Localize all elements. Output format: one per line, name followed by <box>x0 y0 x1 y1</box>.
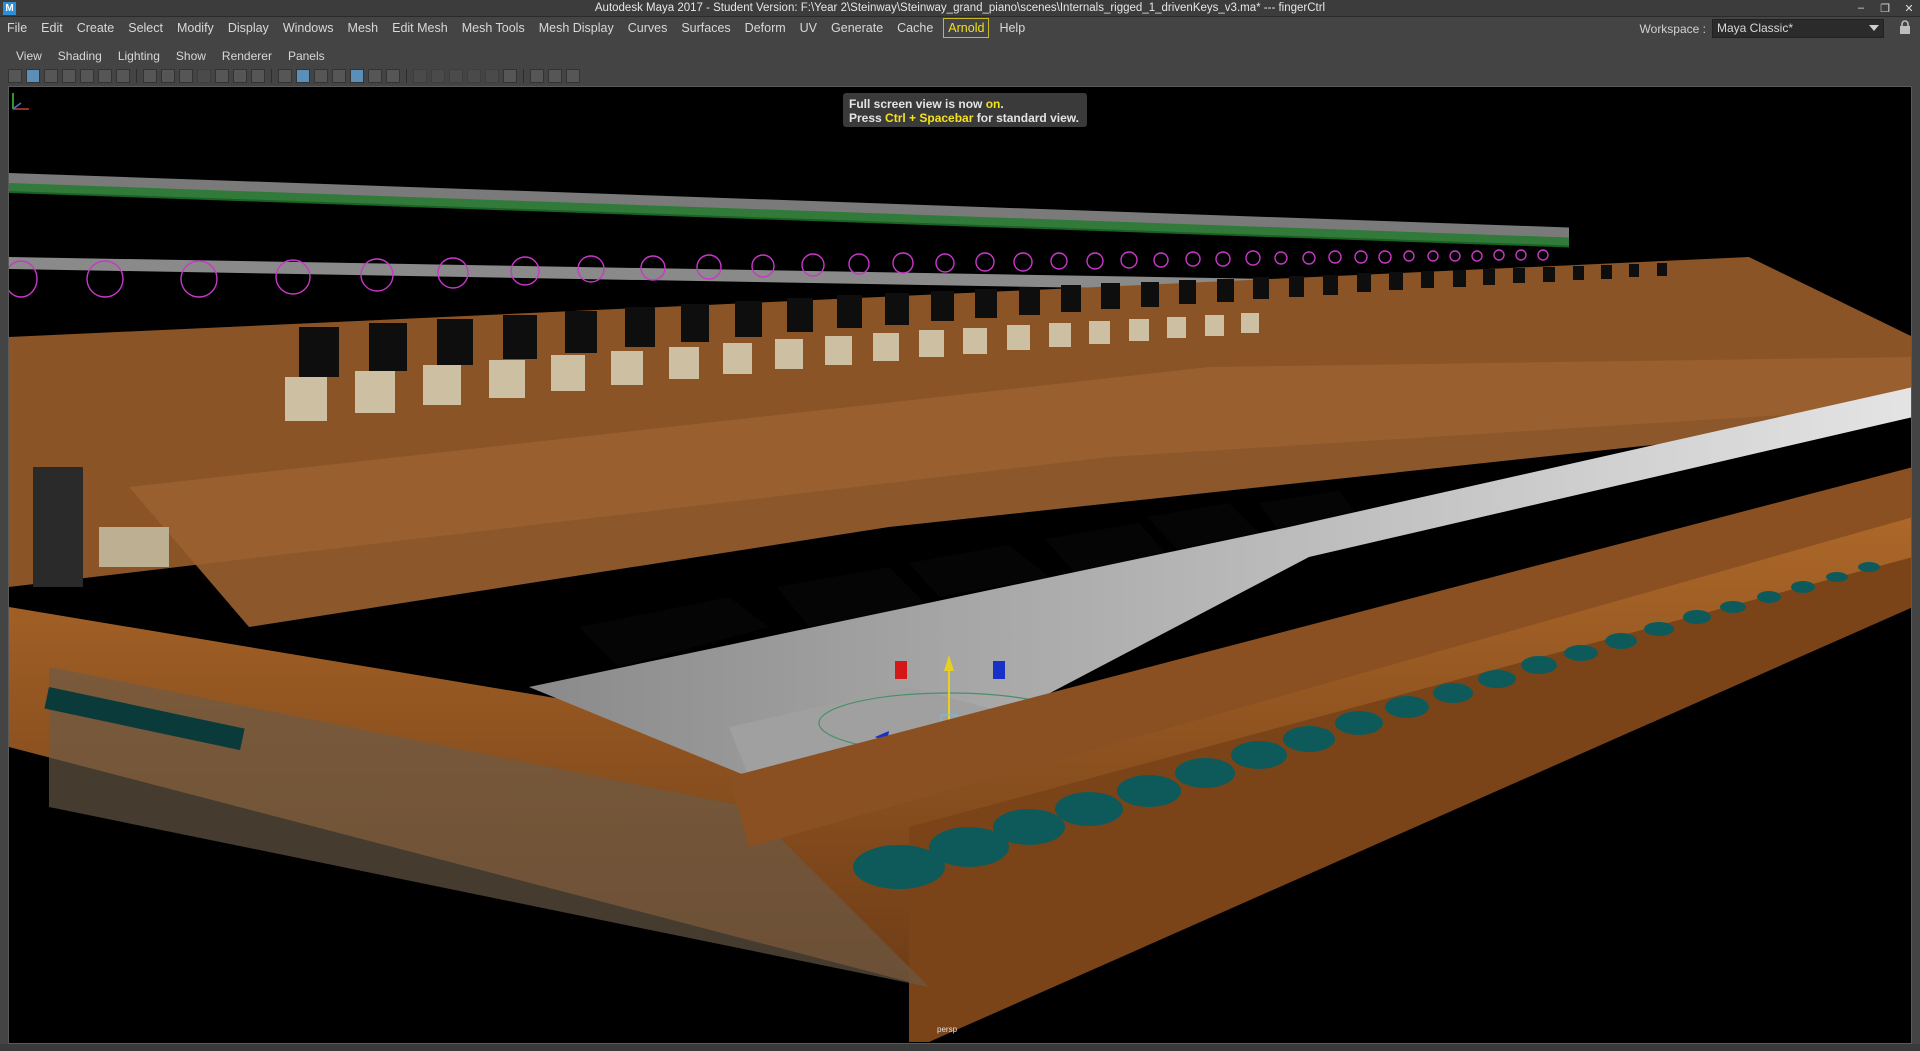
safe-title-icon[interactable] <box>251 69 265 83</box>
menu-curves[interactable]: Curves <box>621 17 675 39</box>
resolution-gate-icon[interactable] <box>179 69 193 83</box>
menu-windows[interactable]: Windows <box>276 17 341 39</box>
menu-modify[interactable]: Modify <box>170 17 221 39</box>
workspace-label: Workspace : <box>1639 21 1706 36</box>
image-plane-icon[interactable] <box>62 69 76 83</box>
panel-menu-lighting[interactable]: Lighting <box>110 49 168 63</box>
viewport-persp[interactable]: Full screen view is now on. Press Ctrl +… <box>8 86 1912 1044</box>
bookmarks-icon[interactable] <box>44 69 58 83</box>
grid-icon[interactable] <box>143 69 157 83</box>
shadows-icon[interactable] <box>386 69 400 83</box>
chevron-down-icon <box>1869 25 1879 31</box>
select-camera-icon[interactable] <box>8 69 22 83</box>
xray-icon[interactable] <box>503 69 517 83</box>
menu-file[interactable]: File <box>0 17 34 39</box>
gate-mask-icon[interactable] <box>197 69 211 83</box>
menu-mesh-display[interactable]: Mesh Display <box>532 17 621 39</box>
taskbar-strip <box>0 1044 1920 1051</box>
grease-pencil-icon[interactable] <box>98 69 112 83</box>
wireframe-on-shaded-icon[interactable] <box>332 69 346 83</box>
panel-menu-panels[interactable]: Panels <box>280 49 333 63</box>
workspace-value: Maya Classic* <box>1717 21 1794 35</box>
textured-icon[interactable] <box>350 69 364 83</box>
gamma-icon[interactable] <box>566 69 580 83</box>
fullscreen-notice: Full screen view is now on. Press Ctrl +… <box>843 93 1087 127</box>
left-dark-fixture <box>33 467 83 587</box>
motion-blur-icon[interactable] <box>431 69 445 83</box>
workspace-selector: Workspace : Maya Classic* <box>1640 19 1884 38</box>
camera-attributes-icon[interactable] <box>26 69 40 83</box>
panel-toolbar <box>8 67 580 85</box>
scene-render <box>9 173 1911 1042</box>
safe-action-icon[interactable] <box>233 69 247 83</box>
main-menu-bar: File Edit Create Select Modify Display W… <box>0 17 1920 39</box>
xray-joints-icon[interactable] <box>530 69 544 83</box>
depth-of-field-icon[interactable] <box>467 69 481 83</box>
field-chart-icon[interactable] <box>215 69 229 83</box>
view-axis-icon <box>12 93 29 110</box>
menu-mesh[interactable]: Mesh <box>341 17 386 39</box>
menu-arnold[interactable]: Arnold <box>943 18 990 38</box>
wireframe-icon[interactable] <box>278 69 292 83</box>
window-controls: – ❐ ✕ <box>1854 0 1916 16</box>
brush-icon[interactable] <box>116 69 130 83</box>
camera-name-label: persp <box>937 1025 958 1034</box>
screen-space-ao-icon[interactable] <box>413 69 427 83</box>
maximize-icon[interactable]: ❐ <box>1878 2 1892 15</box>
panel-menu-renderer[interactable]: Renderer <box>214 49 280 63</box>
2d-pan-zoom-icon[interactable] <box>80 69 94 83</box>
panel-menu-bar: View Shading Lighting Show Renderer Pane… <box>8 47 333 65</box>
menu-mesh-tools[interactable]: Mesh Tools <box>455 17 532 39</box>
multisample-aa-icon[interactable] <box>449 69 463 83</box>
default-material-icon[interactable] <box>314 69 328 83</box>
panel-menu-shading[interactable]: Shading <box>50 49 110 63</box>
menu-generate[interactable]: Generate <box>824 17 890 39</box>
menu-create[interactable]: Create <box>70 17 122 39</box>
panel-menu-view[interactable]: View <box>8 49 50 63</box>
menu-uv[interactable]: UV <box>793 17 824 39</box>
isolate-select-icon[interactable] <box>485 69 499 83</box>
window-title: Autodesk Maya 2017 - Student Version: F:… <box>594 2 1326 14</box>
use-lights-icon[interactable] <box>368 69 382 83</box>
menu-display[interactable]: Display <box>221 17 276 39</box>
smooth-shade-icon[interactable] <box>296 69 310 83</box>
film-gate-icon[interactable] <box>161 69 175 83</box>
workspace-dropdown[interactable]: Maya Classic* <box>1712 19 1884 38</box>
panel-menu-show[interactable]: Show <box>168 49 214 63</box>
menu-cache[interactable]: Cache <box>890 17 940 39</box>
menu-surfaces[interactable]: Surfaces <box>674 17 737 39</box>
menu-select[interactable]: Select <box>121 17 170 39</box>
minimize-icon[interactable]: – <box>1854 2 1868 14</box>
menu-deform[interactable]: Deform <box>738 17 793 39</box>
left-block <box>99 527 169 567</box>
close-icon[interactable]: ✕ <box>1902 2 1916 15</box>
lock-icon[interactable] <box>1898 20 1912 35</box>
menu-edit[interactable]: Edit <box>34 17 70 39</box>
title-bar: M Autodesk Maya 2017 - Student Version: … <box>0 0 1920 17</box>
menu-help[interactable]: Help <box>992 17 1032 39</box>
menu-edit-mesh[interactable]: Edit Mesh <box>385 17 455 39</box>
xray-active-icon[interactable] <box>548 69 562 83</box>
